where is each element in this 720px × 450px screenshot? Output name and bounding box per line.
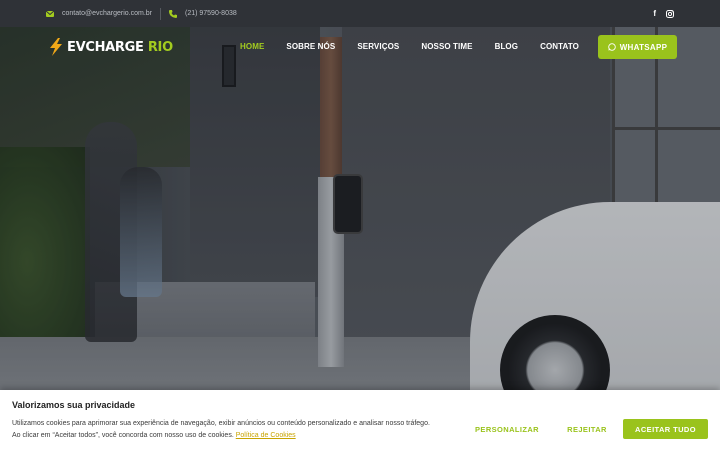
top-bar: contato@evchargerio.com.br (21) 97590-80…	[0, 0, 720, 27]
cookie-title: Valorizamos sua privacidade	[12, 400, 136, 410]
cookie-policy-link[interactable]: Política de Cookies	[236, 432, 296, 439]
instagram-icon[interactable]	[666, 9, 674, 18]
nav-blog[interactable]: BLOG	[495, 42, 519, 51]
phone-text[interactable]: (21) 97590-8038	[185, 10, 237, 17]
social-links: f	[653, 9, 674, 18]
nav-sobre-nos[interactable]: SOBRE NÓS	[286, 42, 335, 51]
divider	[159, 7, 161, 20]
cookie-text-line2: Ao clicar em “Aceitar todos”, você conco…	[12, 432, 234, 439]
facebook-icon[interactable]: f	[653, 9, 656, 18]
email-contact[interactable]: contato@evchargerio.com.br	[46, 10, 152, 17]
nav-contato[interactable]: CONTATO	[540, 42, 579, 51]
logo-main-text: EVCHARGE	[67, 39, 144, 55]
cookie-text: Utilizamos cookies para aprimorar sua ex…	[12, 418, 462, 442]
nav-nosso-time[interactable]: NOSSO TIME	[421, 42, 472, 51]
accept-all-button[interactable]: ACEITAR TUDO	[623, 419, 708, 439]
nav-servicos[interactable]: SERVIÇOS	[357, 42, 399, 51]
customize-button[interactable]: PERSONALIZAR	[470, 419, 544, 439]
hero-image	[0, 27, 720, 450]
envelope-icon	[46, 10, 54, 17]
site-logo[interactable]: EVCHARGE RIO	[46, 37, 173, 57]
nav-home[interactable]: HOME	[240, 42, 264, 51]
lightning-bolt-icon	[50, 38, 62, 56]
phone-contact[interactable]: (21) 97590-8038	[168, 9, 237, 18]
cookie-banner: Valorizamos sua privacidade Utilizamos c…	[0, 390, 720, 450]
hero-overlay	[0, 27, 720, 450]
whatsapp-label: WHATSAPP	[619, 42, 668, 52]
email-text[interactable]: contato@evchargerio.com.br	[62, 10, 152, 17]
main-nav: HOME SOBRE NÓS SERVIÇOS NOSSO TIME BLOG …	[240, 42, 601, 51]
phone-icon	[168, 9, 177, 18]
logo-text: EVCHARGE RIO	[67, 40, 173, 55]
whatsapp-button[interactable]: WHATSAPP	[598, 35, 677, 59]
reject-button[interactable]: REJEITAR	[558, 419, 616, 439]
whatsapp-icon	[607, 43, 616, 51]
logo-accent-text: RIO	[143, 39, 173, 55]
cookie-text-line1: Utilizamos cookies para aprimorar sua ex…	[12, 420, 430, 427]
